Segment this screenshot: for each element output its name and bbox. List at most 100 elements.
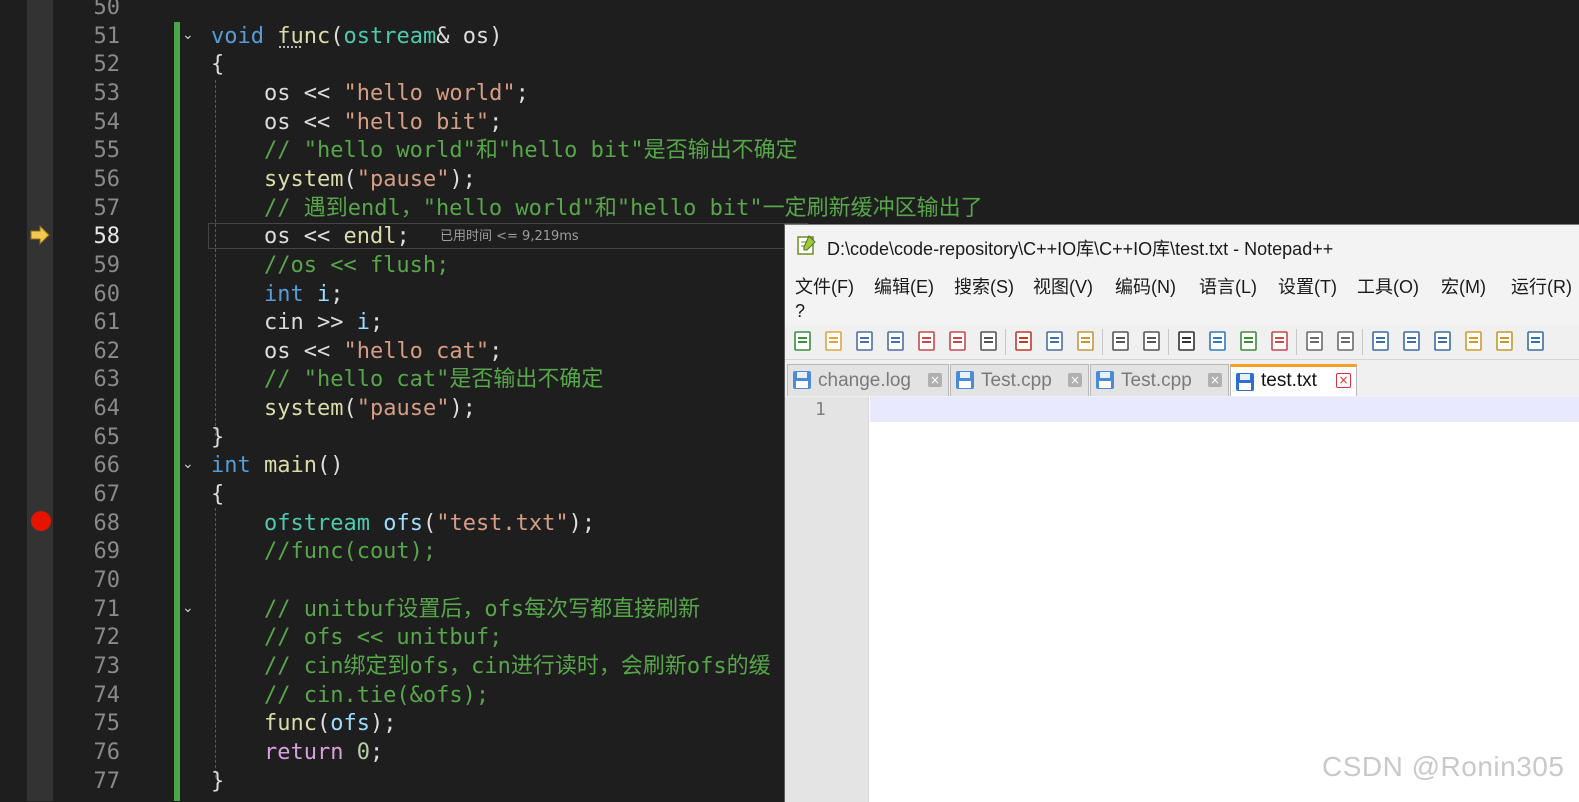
code-token: "hello cat" [343,338,490,364]
code-text: // cin.tie(&ofs); [211,682,489,710]
line-number: 52 [93,52,121,78]
line-number: 56 [93,166,121,192]
code-text: { [211,51,224,79]
code-text: //os << flush; [211,252,449,280]
cut-icon[interactable] [1012,329,1036,353]
code-line[interactable]: 51 ⌄ void func(ostream& os) [0,23,1579,51]
replace-icon[interactable] [1206,329,1230,353]
notepad-app-icon [797,235,816,255]
file-tab[interactable]: change.log × [787,364,949,396]
code-token: // cin.tie(&ofs); [211,682,490,708]
code-line[interactable]: 55 // "hello world"和"hello bit"是否输出不确定 [0,137,1579,165]
menu-item[interactable]: 宏(M) [1441,273,1486,299]
sync-v-icon[interactable] [1303,329,1327,353]
paste-icon[interactable] [1074,329,1098,353]
instruction-pointer-arrow-icon[interactable] [29,225,51,245]
menu-item[interactable]: 视图(V) [1033,273,1093,299]
tab-label: test.txt [1261,370,1317,391]
code-line[interactable]: 54 os << "hello bit"; [0,109,1579,137]
menu-item[interactable]: 运行(R) [1511,273,1572,299]
undo-icon[interactable] [1109,329,1133,353]
find-icon[interactable] [1175,329,1199,353]
menu-item[interactable]: 语言(L) [1199,273,1257,299]
tab-close-icon[interactable]: × [1336,373,1351,388]
fold-chevron-icon[interactable]: ⌄ [182,457,194,471]
code-token: func [277,23,331,49]
sync-h-icon[interactable] [1334,329,1358,353]
show-all-chars-icon[interactable] [1400,329,1424,353]
print-icon[interactable] [977,329,1001,353]
menu-item[interactable]: 编码(N) [1115,273,1176,299]
line-number: 77 [93,768,121,794]
file-tab[interactable]: test.txt × [1230,364,1357,396]
code-token: os [462,23,490,49]
close-all-icon[interactable] [946,329,970,353]
code-token: ostream [343,23,437,49]
save-icon[interactable] [853,329,877,353]
copy-icon[interactable] [1043,329,1067,353]
doc-map-icon[interactable] [1462,329,1486,353]
current-line[interactable] [870,397,1579,422]
line-number: 53 [93,80,121,106]
fold-chevron-icon[interactable]: ⌄ [182,601,194,615]
code-line[interactable]: 53 os << "hello world"; [0,80,1579,108]
menu-item[interactable]: 编辑(E) [874,273,934,299]
line-number: 55 [93,138,121,164]
code-token: ; [489,109,503,135]
indent-guide-icon[interactable] [1431,329,1455,353]
toolbar-separator [1296,329,1297,355]
code-text: } [211,768,224,796]
code-token: ( [422,510,437,536]
word-wrap-icon[interactable] [1369,329,1393,353]
menu-item[interactable]: 设置(T) [1278,273,1337,299]
new-file-icon[interactable] [791,329,815,353]
code-line[interactable]: 52 { [0,51,1579,79]
file-tab[interactable]: Test.cpp × [1090,364,1229,396]
close-icon[interactable] [915,329,939,353]
tab-close-icon[interactable]: × [1208,373,1222,387]
function-list-icon[interactable] [1493,329,1517,353]
fold-chevron-icon[interactable]: ⌄ [182,28,194,42]
notepad-plus-plus-window[interactable]: D:\code\code-repository\C++IO库\C++IO库\te… [784,224,1579,802]
code-line[interactable]: 50 [0,0,1579,22]
line-number: 73 [93,653,121,679]
code-token: "test.txt" [436,510,569,536]
line-number: 67 [93,482,121,508]
code-token: os << [211,109,344,135]
code-line[interactable]: 56 system("pause"); [0,166,1579,194]
line-number: 71 [93,596,121,622]
line-number: 59 [93,252,121,278]
code-text: os << "hello cat"; [211,338,502,366]
line-number: 76 [93,739,121,765]
menu-item[interactable]: 文件(F) [795,273,854,299]
title-bar[interactable]: D:\code\code-repository\C++IO库\C++IO库\te… [785,225,1579,265]
breakpoint-icon[interactable] [31,511,51,531]
code-text: // 遇到endl，"hello world"和"hello bit"一定刷新缓… [211,195,983,223]
menu-help[interactable]: ? [795,301,805,322]
tab-close-icon[interactable]: × [928,373,942,387]
line-number: 58 [93,224,121,250]
file-tab[interactable]: Test.cpp × [950,364,1089,396]
menu-item[interactable]: 搜索(S) [954,273,1014,299]
code-token: main [264,453,317,479]
save-all-icon[interactable] [884,329,908,353]
code-token: "pause" [356,396,450,422]
open-file-icon[interactable] [822,329,846,353]
code-token: ( [330,23,344,49]
zoom-out-icon[interactable] [1268,329,1292,353]
redo-icon[interactable] [1140,329,1164,353]
folder-workspace-icon[interactable] [1524,329,1548,353]
tab-close-icon[interactable]: × [1068,373,1082,387]
text-editor[interactable]: 1 [785,397,1579,802]
code-token: "pause" [356,166,450,192]
code-text: system("pause"); [211,395,476,423]
code-line[interactable]: 57 // 遇到endl，"hello world"和"hello bit"一定… [0,195,1579,223]
zoom-in-icon[interactable] [1237,329,1261,353]
code-text: // "hello cat"是否输出不确定 [211,366,603,394]
tab-label: Test.cpp [1121,370,1192,391]
toolbar-separator [1005,329,1006,355]
menu-item[interactable]: 工具(O) [1357,273,1419,299]
